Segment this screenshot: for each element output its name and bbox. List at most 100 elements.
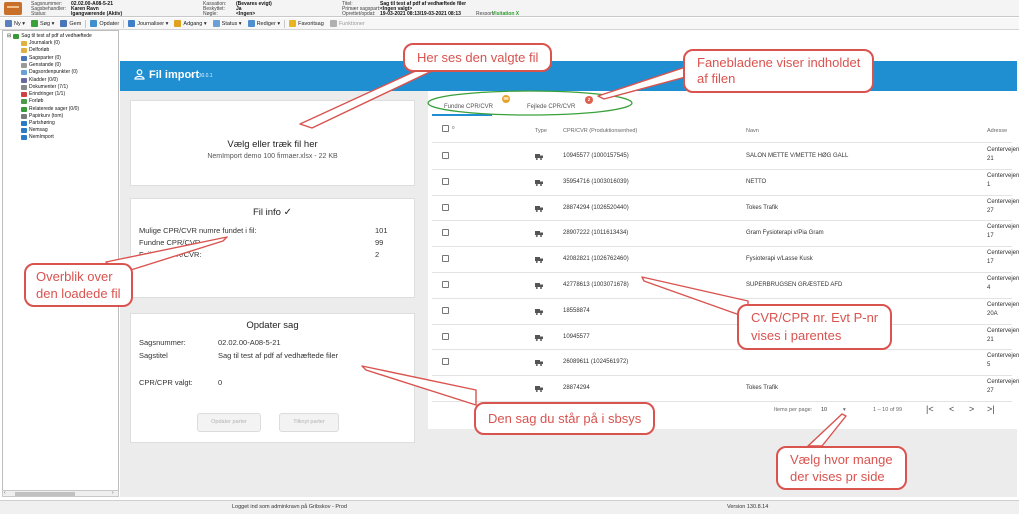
tree-item-12[interactable]: Partshøring (21, 120, 55, 126)
select-all-checkbox[interactable] (442, 125, 449, 132)
case-folder-icon (4, 2, 22, 15)
row-checkbox[interactable] (442, 332, 449, 340)
row-checkbox[interactable] (442, 306, 449, 314)
tree-item-2[interactable]: Delforløb (21, 47, 49, 53)
cpr-cvr-cell: 35954716 (1003016039) (563, 178, 629, 185)
row-checkbox[interactable] (442, 281, 449, 288)
toolbar-item-icon (90, 20, 98, 27)
tree-item-label: Sagsparter (0) (29, 55, 61, 61)
scroll-left-icon[interactable]: ‹ (4, 490, 6, 496)
last-page-icon[interactable]: >| (987, 404, 995, 414)
tree-item-13[interactable]: Nemsag (21, 127, 48, 133)
adresse-number-cell: 27 (987, 388, 994, 395)
annotation-vaelg: Vælg hvor mange der vises pr side (776, 446, 907, 490)
row-checkbox[interactable] (442, 229, 449, 237)
tree-item-label: Erindringer (1/1) (29, 91, 66, 97)
toolbar-item-3[interactable]: Opdater (88, 20, 121, 27)
file-drop-zone[interactable]: Vælg eller træk fil her NemImport demo 1… (130, 100, 415, 186)
app-header-bar (120, 61, 1017, 91)
row-divider (432, 168, 1012, 170)
toolbar-item-0[interactable]: Ny ▾ (3, 20, 27, 27)
adresse-cell: Centervejen (987, 250, 1019, 257)
ressort-value: Visitation X (492, 11, 520, 17)
scroll-right-icon[interactable]: › (112, 490, 114, 496)
tree-item-6[interactable]: Kladder (0/0) (21, 77, 58, 83)
tree-item-8[interactable]: Erindringer (1/1) (21, 91, 65, 97)
opdater-sag-card: Opdater sag Sagsnummer: 02.02.00-A08-5-2… (130, 313, 415, 443)
tilknyt-parter-button[interactable]: Tilknyt parter (279, 413, 339, 432)
tree-item-11[interactable]: Papirkurv (tom) (21, 113, 63, 119)
tree-item-3[interactable]: Sagsparter (0) (21, 55, 61, 61)
annotation-fanebladene-line1: Fanebladene viser indholdet (697, 55, 861, 70)
noegle-label: Nøgle: (203, 11, 218, 17)
tree-item-1[interactable]: Journalark (0) (21, 40, 60, 46)
row-divider (432, 323, 1012, 325)
fil-info-card: Fil info ✓ Mulige CPR/CVR numre fundet i… (130, 198, 415, 298)
tree-item-5[interactable]: Dagsordenpunkter (0) (21, 69, 78, 75)
column-header-navn[interactable]: Navn (746, 128, 759, 134)
column-header-type[interactable]: Type (535, 128, 547, 134)
toolbar-item-1[interactable]: Søg ▾ (29, 20, 56, 27)
toolbar-item-8[interactable]: Favoritsag (287, 20, 326, 27)
row-checkbox[interactable] (442, 255, 449, 263)
tree-item-7[interactable]: Dokumenter (7/1) (21, 84, 68, 90)
annotation-valgte-fil-text: Her ses den valgte fil (417, 50, 539, 65)
oprettet-label: Oprettet/opdat: (342, 11, 376, 17)
toolbar-item-6[interactable]: Status ▾ (211, 20, 244, 27)
toolbar-item-2[interactable]: Gem (58, 20, 83, 27)
toolbar-item-7[interactable]: Rediger ▾ (246, 20, 283, 27)
tree-item-icon (21, 113, 27, 119)
toolbar-item-label: Funktioner (338, 20, 365, 27)
tree-item-icon (21, 40, 27, 46)
row-checkbox[interactable] (442, 384, 449, 392)
toolbar-separator (284, 19, 286, 28)
row-checkbox[interactable] (442, 358, 449, 366)
collapse-icon[interactable]: ⊟ (7, 33, 11, 39)
adresse-number-cell: 4 (987, 285, 991, 291)
logged-in-text: Logget ind som adminkravn på Gribskov - … (232, 504, 347, 510)
tree-item-icon (21, 127, 27, 133)
fil-info-title-text: Fil info (252, 207, 281, 218)
toolbar-item-4[interactable]: Journaliser ▾ (126, 20, 170, 27)
previous-page-icon[interactable]: < (949, 404, 954, 414)
toolbar-item-9[interactable]: Funktioner (328, 20, 367, 27)
tree-horizontal-scrollbar[interactable]: ‹ › (2, 490, 119, 497)
tree-item-9[interactable]: Forløb (21, 98, 43, 104)
adresse-number-cell: 1 (987, 181, 991, 188)
tree-item-0[interactable]: ⊟ Sag til test af pdf af vedhæftede (7, 33, 92, 39)
truck-icon (535, 359, 543, 367)
tree-item-14[interactable]: NemImport (21, 134, 54, 140)
selected-file-name: NemImport demo 100 firmaer.xlsx - 22 KB (207, 153, 338, 160)
cpr-cvr-cell: 26089611 (1024561972) (563, 359, 629, 366)
adresse-cell: Centervejen (987, 379, 1019, 386)
toolbar-item-icon (5, 20, 12, 27)
adresse-cell: Centervejen (987, 353, 1019, 360)
fil-info-value: 99 (375, 238, 384, 247)
items-per-page-select[interactable]: 10 (821, 407, 827, 413)
tree-item-10[interactable]: Relaterede sager (0/0) (21, 106, 79, 112)
toolbar-item-5[interactable]: Adgang ▾ (172, 20, 208, 27)
annotation-sag-text: Den sag du står på i sbsys (488, 411, 642, 426)
tree-item-4[interactable]: Genstande (0) (21, 62, 61, 68)
tree-item-icon (21, 98, 27, 104)
next-page-icon[interactable]: > (969, 404, 974, 414)
row-divider (432, 272, 1012, 273)
row-checkbox[interactable] (442, 203, 449, 211)
cpr-cvr-cell: 10945577 (1000157545) (563, 153, 629, 159)
tab-fundne-cpr-cvr[interactable]: Fundne CPR/CVR (444, 104, 493, 110)
row-checkbox[interactable] (442, 177, 449, 185)
first-page-icon[interactable]: |< (926, 404, 934, 414)
column-header-adresse[interactable]: Adresse (987, 128, 1007, 134)
navn-cell: Fysioterapi v/Lasse Kusk (746, 256, 813, 263)
adresse-cell: Centervejen (987, 172, 1019, 179)
tree-item-label: Partshøring (29, 120, 55, 126)
tab-fejlede-cpr-cvr[interactable]: Fejlede CPR/CVR (527, 104, 575, 110)
toolbar-item-icon (174, 20, 182, 27)
annotation-fanebladene-line2: af filen (697, 71, 736, 86)
scrollbar-thumb[interactable] (15, 492, 75, 496)
column-header-cpr-cvr[interactable]: CPR/CVR (Produktionsenhed) (563, 128, 637, 134)
row-checkbox[interactable] (442, 152, 449, 159)
chevron-down-icon[interactable]: ▾ (843, 407, 846, 413)
fundne-count-badge: 99 (502, 95, 510, 103)
opdater-parter-button[interactable]: Opdater parter (197, 413, 261, 432)
